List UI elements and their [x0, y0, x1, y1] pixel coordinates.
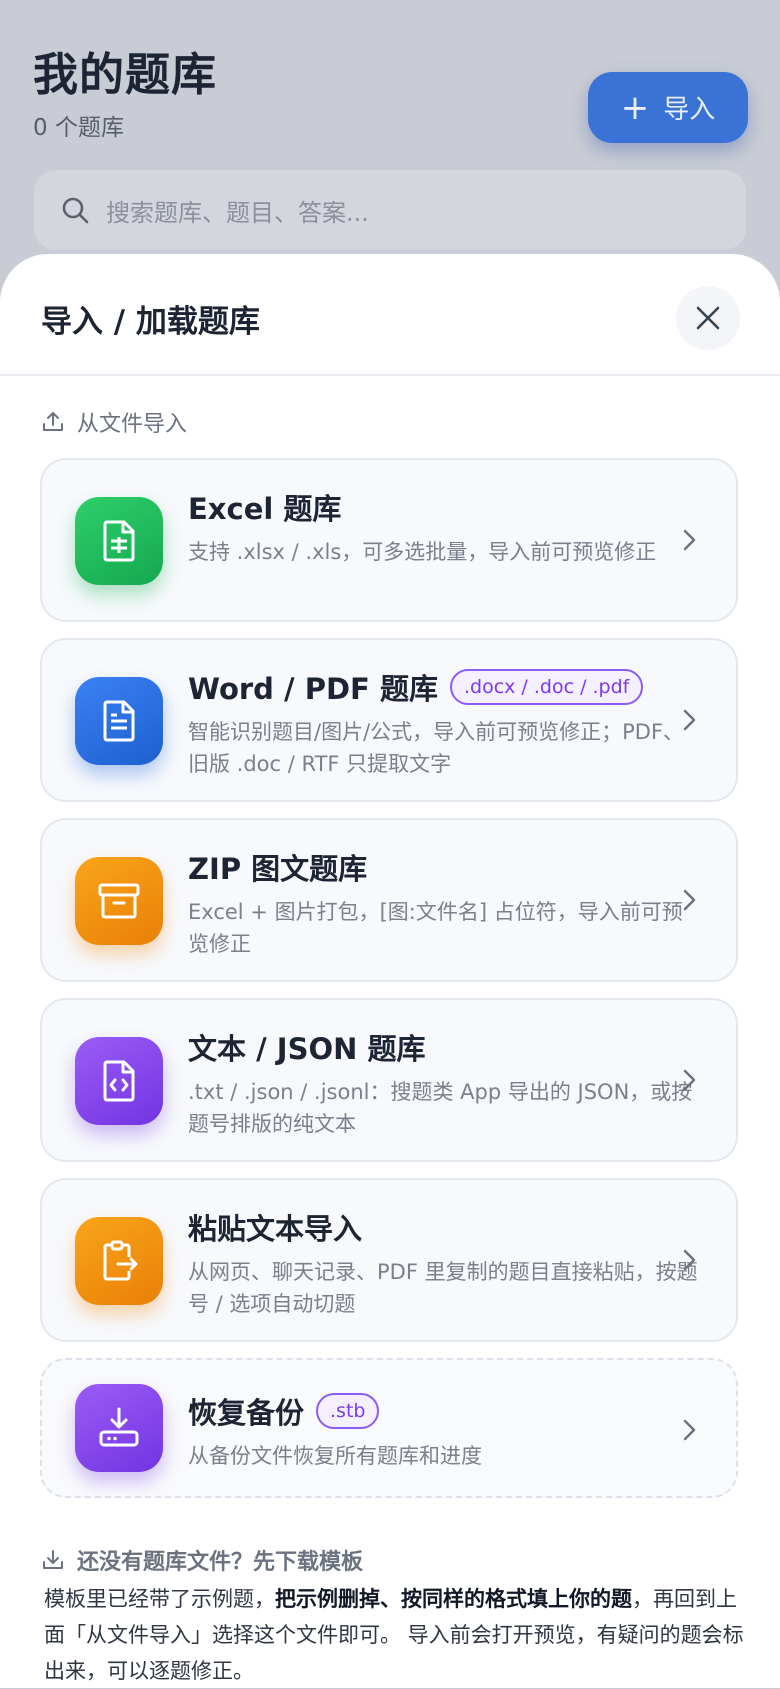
chevron-right-icon	[683, 1249, 696, 1271]
chevron-right-icon	[683, 889, 696, 911]
format-badge: .stb	[316, 1393, 380, 1429]
download-restore-icon	[75, 1384, 163, 1472]
download-icon	[43, 1550, 63, 1569]
card-title: 粘贴文本导入	[188, 1212, 363, 1246]
import-button-label: 导入	[663, 95, 716, 125]
text-json-import-card[interactable]: 文本 / JSON 题库 .txt / .json / .jsonl：搜题类 A…	[40, 998, 738, 1162]
download-template-link[interactable]: 还没有题库文件？先下载模板	[41, 1544, 363, 1576]
chevron-right-icon	[683, 1419, 696, 1441]
archive-icon	[75, 857, 163, 945]
paste-text-import-card[interactable]: 粘贴文本导入 从网页、聊天记录、PDF 里复制的题目直接粘贴，按题号 / 选项自…	[40, 1178, 738, 1342]
card-title: ZIP 图文题库	[188, 852, 368, 886]
card-title: 恢复备份	[188, 1396, 305, 1430]
chevron-right-icon	[683, 1069, 696, 1091]
format-badge: .docx / .doc / .pdf	[449, 669, 644, 705]
excel-import-card[interactable]: Excel 题库 支持 .xlsx / .xls，可多选批量，导入前可预览修正	[40, 458, 738, 622]
zip-import-card[interactable]: ZIP 图文题库 Excel + 图片打包，[图:文件名] 占位符，导入前可预览…	[40, 818, 738, 982]
chevron-right-icon	[683, 709, 696, 731]
code-file-icon	[75, 1037, 163, 1125]
plus-icon: +	[620, 87, 650, 128]
excel-file-icon	[75, 497, 163, 585]
upload-icon	[43, 412, 63, 431]
document-icon	[75, 677, 163, 765]
card-description: 从网页、聊天记录、PDF 里复制的题目直接粘贴，按题号 / 选项自动切题	[188, 1260, 698, 1316]
search-placeholder: 搜索题库、题目、答案...	[106, 198, 369, 227]
import-sheet: 导入 / 加载题库 从文件导入 Excel 题库 支持 .xlsx / .xls…	[0, 254, 780, 1688]
card-description: 智能识别题目/图片/公式，导入前可预览修正；PDF、旧版 .doc / RTF …	[188, 720, 685, 776]
page-title: 我的题库	[33, 48, 218, 101]
card-title: 文本 / JSON 题库	[188, 1032, 426, 1066]
chevron-right-icon	[683, 529, 696, 551]
card-description: 支持 .xlsx / .xls，可多选批量，导入前可预览修正	[188, 540, 657, 564]
section-label-from-file: 从文件导入	[41, 406, 187, 438]
search-input[interactable]: 搜索题库、题目、答案...	[34, 170, 746, 250]
word-pdf-import-card[interactable]: Word / PDF 题库 .docx / .doc / .pdf 智能识别题目…	[40, 638, 738, 802]
search-icon	[62, 197, 89, 224]
sheet-header: 导入 / 加载题库	[0, 254, 780, 376]
clipboard-paste-icon	[75, 1217, 163, 1305]
close-icon	[696, 306, 720, 330]
import-button[interactable]: + 导入	[588, 72, 748, 143]
bank-count: 0 个题库	[33, 115, 124, 141]
sheet-title: 导入 / 加载题库	[41, 304, 260, 340]
card-description: .txt / .json / .jsonl：搜题类 App 导出的 JSON，或…	[188, 1080, 693, 1136]
card-description: 从备份文件恢复所有题库和进度	[188, 1444, 482, 1468]
close-button[interactable]	[676, 286, 740, 350]
restore-backup-card[interactable]: 恢复备份 .stb 从备份文件恢复所有题库和进度	[40, 1358, 738, 1498]
card-description: Excel + 图片打包，[图:文件名] 占位符，导入前可预览修正	[188, 900, 683, 956]
card-title: Word / PDF 题库	[188, 672, 438, 706]
card-title: Excel 题库	[188, 492, 342, 526]
template-instructions: 模板里已经带了示例题，把示例删掉、按同样的格式填上你的题，再回到上面「从文件导入…	[44, 1587, 744, 1683]
